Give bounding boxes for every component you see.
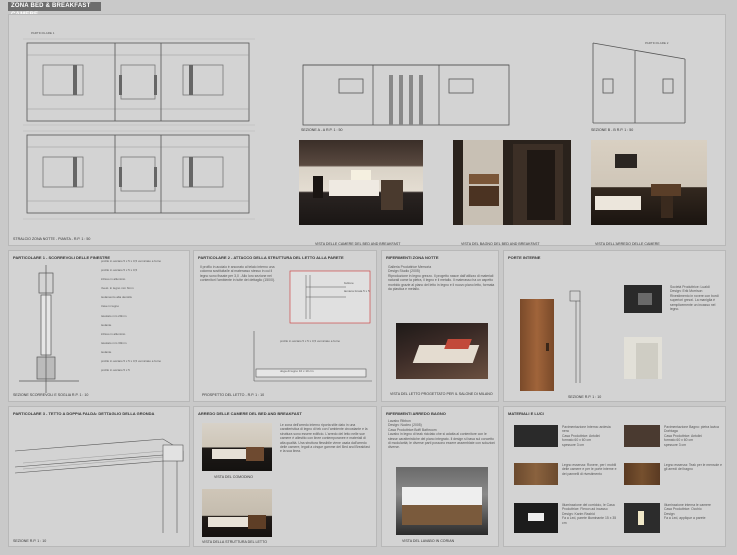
p1-label: profilo in acciaio 5 x 5 xyxy=(101,368,130,373)
window-section-drawing xyxy=(19,265,79,393)
p1-label: isolante xyxy=(101,322,112,327)
section-aa-drawing xyxy=(302,64,510,126)
p1-title: PARTICOLARE 1 - SCORREVOLI DELLE FINESTR… xyxy=(13,255,111,260)
material-swatch xyxy=(624,503,660,533)
gutter-detail-drawing xyxy=(14,438,184,533)
p2-title: PARTICOLARE 2 - ATTACCO DELLA STRUTTURA … xyxy=(198,255,344,260)
panel-particolare-3: PARTICOLARE 3 - TETTO A DOPPIA FALDA: DE… xyxy=(8,406,190,547)
panel-riferimenti-zona-notte: RIFERIMENTI ZONA NOTTE Galleria Produttr… xyxy=(381,250,499,402)
material-text: Pavimentazione Bagno: pietra lavica Dorb… xyxy=(664,425,719,447)
door-detail-photo-2 xyxy=(624,337,662,379)
p1-caption: SEZIONE SCORREVOLI E SOGLIA R.P. 1 : 10 xyxy=(13,393,89,397)
plan-caption: STRALCIO ZONA NOTTE - PIANTA - R.P. 1 : … xyxy=(13,237,91,241)
bed-detail-drawing xyxy=(289,270,371,324)
plan-note: PARTICOLARE 1 xyxy=(31,31,55,35)
p2-caption: PROSPETTO DEL LETTO - R.P. 1 : 10 xyxy=(202,393,265,397)
bb-note: PARTICOLARE 2 xyxy=(645,41,669,45)
p1-label: rivest. in legno mm 6mm xyxy=(101,286,134,291)
p7-caption: VISTA DEL LAVABO IN CORIAN xyxy=(402,539,455,543)
door-photo xyxy=(520,299,554,391)
p2-text: Il profilo in acciaio è ancorato al tela… xyxy=(200,265,275,283)
p4-caption: SEZIONE R.P. 1 : 10 xyxy=(568,395,602,399)
section-aa-caption: SEZIONE A - A R.P. 1 : 50 xyxy=(301,128,343,132)
p6-text: Le zona dell'arredo interno riporta stil… xyxy=(280,423,370,454)
panel-particolare-2: PARTICOLARE 2 - ATTACCO DELLA STRUTTURA … xyxy=(193,250,377,402)
material-swatch xyxy=(514,503,558,533)
p1-label: tavolato mm 20mm xyxy=(101,313,127,318)
material-swatch xyxy=(624,463,660,485)
p1-labels: profilo in acciaio 5 x 5 x 0,5 verniciat… xyxy=(101,259,187,377)
p4-text: Società Produttrice: Lualdi Design: Erik… xyxy=(670,285,719,312)
section-bb-drawing xyxy=(592,42,686,124)
render-furniture-caption: VISTA DELL'ARREDO DELLE CAMERE xyxy=(595,242,660,246)
sheet-title: ZONA BED & BREAKFAST CAMERE xyxy=(8,2,101,18)
floor-plan-drawing xyxy=(23,38,255,220)
p6-title: ARREDO DELLE CAMERE DEL BED AND BREAKFAS… xyxy=(198,411,302,416)
door-section-drawing xyxy=(569,290,581,383)
render-bedroom xyxy=(299,140,423,225)
p1-label: tavolato mm 30mm xyxy=(101,340,127,345)
panel-arredo-camere: ARREDO DELLE CAMERE DEL BED AND BREAKFAS… xyxy=(193,406,377,547)
p1-label: profilo in acciaio 5 x 5 x 0,5 verniciat… xyxy=(101,259,162,263)
bed-reference-photo xyxy=(396,323,488,379)
p1-label: trave in legno xyxy=(101,304,120,309)
p6-cap1: VISTA DEL COMODINO xyxy=(214,475,253,479)
material-swatch xyxy=(514,463,558,485)
material-swatch xyxy=(624,425,660,447)
top-panel: PARTICOLARE 1 STRALCIO ZONA NOTTE - PIAN… xyxy=(8,14,726,246)
panel-materiali-luci: MATERIALI E LUCI Pavimentazione Interna:… xyxy=(503,406,726,547)
render-bathroom-caption: VISTA DEL BAGNO DEL BED AND BREAKFAST xyxy=(461,242,540,246)
bed-structure-render xyxy=(202,489,272,537)
p7-title: RIFERIMENTI ARREDO BAGNO xyxy=(386,411,446,416)
p2-label: doga di legno 10 x 10 cm xyxy=(280,369,314,373)
panel-riferimenti-bagno: RIFERIMENTI ARREDO BAGNO Lavabo Ribbon D… xyxy=(381,406,499,547)
material-text: Pavimentazione Interna: ardesia nera Cas… xyxy=(562,425,611,447)
p2-label: profilo in acciaio 5 x 5 x 0,5 verniciat… xyxy=(280,339,341,343)
section-bb-caption: SEZIONE B - B R.P. 1 : 50 xyxy=(591,128,634,132)
p5-title: PARTICOLARE 3 - TETTO A DOPPIA FALDA: DE… xyxy=(13,411,155,416)
p3-caption: VISTA DEL LETTO PROGETTATO PER IL SALONE… xyxy=(390,392,493,396)
p1-label: infisso in alluminio xyxy=(101,277,126,282)
render-bedroom-caption: VISTA DELLE CAMERE DEL BED AND BREAKFAST xyxy=(315,242,401,246)
panel-particolare-1: PARTICOLARE 1 - SCORREVOLI DELLE FINESTR… xyxy=(8,250,190,402)
p7-text: Lavabo Ribbon Design: Nucleo (2005) Casa… xyxy=(388,419,496,450)
p8-title: MATERIALI E LUCI xyxy=(508,411,544,416)
washbasin-photo xyxy=(396,467,488,535)
material-text: Legno essenza: Rovere, per i mobili dell… xyxy=(562,463,617,476)
nightstand-render xyxy=(202,423,272,471)
material-swatch xyxy=(514,425,558,447)
p1-label: profilo in acciaio 5 x 5 x 0,5 xyxy=(101,268,138,273)
p3-text: Galleria Produttrice Memoria Design Stud… xyxy=(388,265,495,292)
p2-label: lamiera forata 5 x 5 xyxy=(344,289,370,293)
door-detail-photo-1 xyxy=(624,285,662,313)
p1-label: infisso in alluminio xyxy=(101,331,126,336)
material-text: Illuminazione interna le camere Casa Pro… xyxy=(664,503,711,521)
p2-label: bullone xyxy=(344,281,354,285)
render-bathroom xyxy=(453,140,571,225)
p1-label: isolamento alta densità xyxy=(101,295,132,300)
p4-title: PORTE INTERNE xyxy=(508,255,541,260)
p6-cap2: VISTA DELLA STRUTTURA DEL LETTO xyxy=(202,540,268,544)
presentation-sheet: ZONA BED & BREAKFAST CAMERE xyxy=(0,0,737,555)
p3-title: RIFERIMENTI ZONA NOTTE xyxy=(386,255,439,260)
p1-label: isolante xyxy=(101,349,112,354)
p1-label: profilo in acciaio 5 x 5 x 0,5 verniciat… xyxy=(101,359,162,364)
material-text: Illuminazione del corridoio, le Casa Pro… xyxy=(562,503,617,525)
p5-caption: SEZIONE R.P. 1 : 10 xyxy=(13,539,47,543)
panel-porte-interne: PORTE INTERNE SEZIONE R.P. 1 : 10 Societ… xyxy=(503,250,726,402)
render-furniture xyxy=(591,140,707,225)
material-text: Legno essenza: Teak per le mensole e gli… xyxy=(664,463,722,472)
